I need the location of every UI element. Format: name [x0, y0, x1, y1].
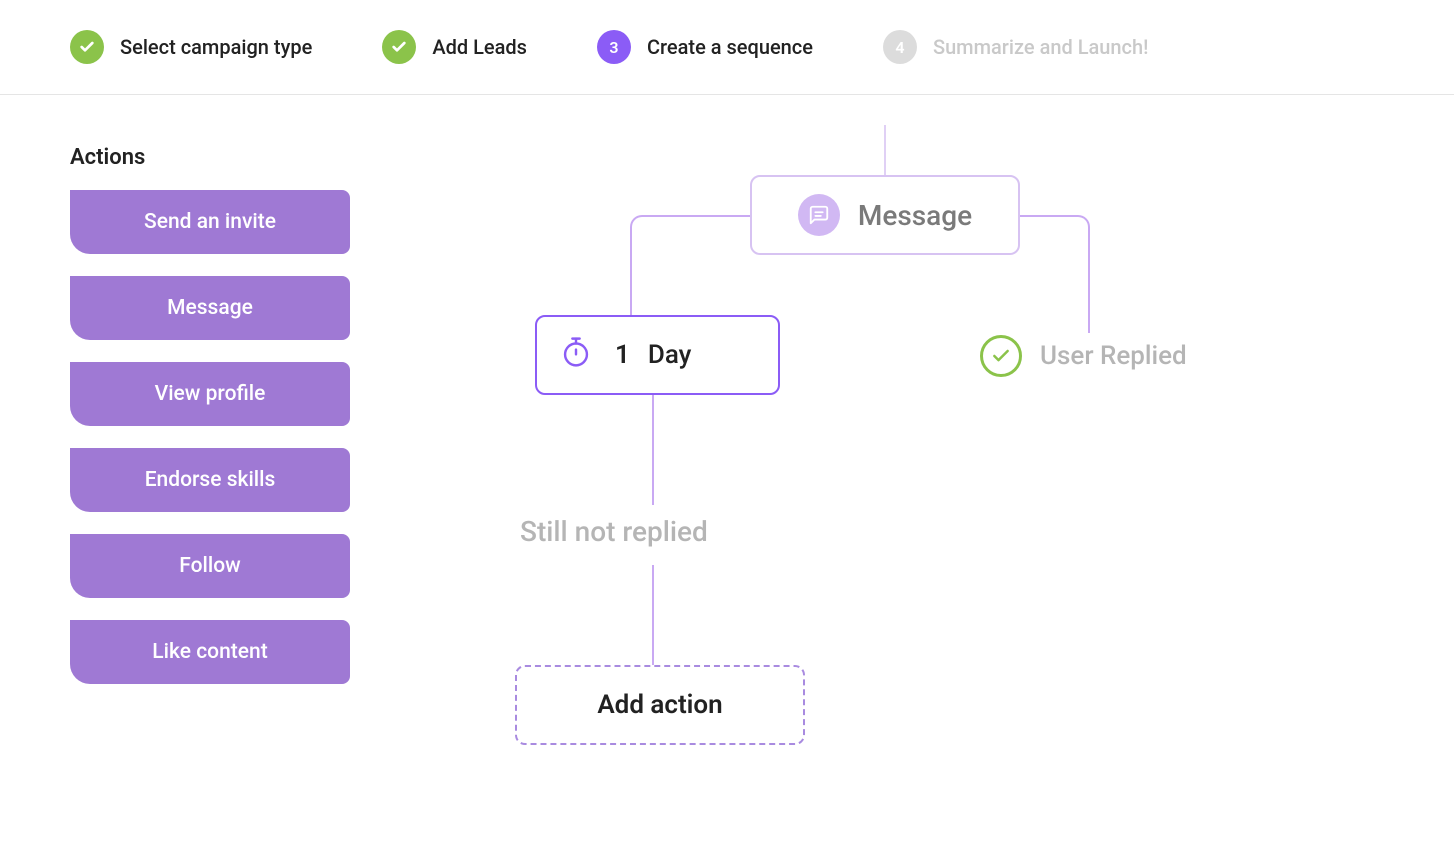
action-endorse-skills[interactable]: Endorse skills [70, 448, 350, 512]
connector-line [630, 263, 632, 315]
wizard-step-3[interactable]: 3 Create a sequence [597, 30, 813, 64]
action-label: Message [167, 296, 253, 320]
node-delay[interactable]: 1 Day [535, 315, 780, 395]
node-user-replied: User Replied [980, 335, 1187, 377]
step-number-badge: 4 [883, 30, 917, 64]
action-label: Send an invite [144, 210, 276, 234]
message-icon [798, 194, 840, 236]
replied-label: User Replied [1040, 341, 1187, 371]
action-send-invite[interactable]: Send an invite [70, 190, 350, 254]
actions-sidebar: Actions Send an invite Message View prof… [70, 145, 350, 785]
wizard-step-label: Create a sequence [647, 35, 813, 59]
delay-unit: Day [648, 340, 692, 370]
step-number-badge: 3 [597, 30, 631, 64]
connector-line [630, 215, 760, 265]
action-label: Follow [179, 554, 240, 578]
sequence-canvas[interactable]: Message 1 Day User Replied Still not rep… [440, 145, 1384, 785]
action-label: Endorse skills [145, 468, 276, 492]
wizard-step-4: 4 Summarize and Launch! [883, 30, 1148, 64]
wizard-step-2[interactable]: Add Leads [382, 30, 527, 64]
action-message[interactable]: Message [70, 276, 350, 340]
wizard-stepper: Select campaign type Add Leads 3 Create … [0, 0, 1454, 95]
wizard-step-label: Add Leads [432, 35, 527, 59]
connector-line [884, 125, 886, 175]
check-icon [70, 30, 104, 64]
action-label: Like content [152, 640, 267, 664]
wizard-step-1[interactable]: Select campaign type [70, 30, 312, 64]
connector-line [652, 395, 654, 505]
action-like-content[interactable]: Like content [70, 620, 350, 684]
node-label: Message [858, 199, 972, 232]
check-circle-icon [980, 335, 1022, 377]
connector-line [1088, 263, 1090, 333]
add-action-dropzone[interactable]: Add action [515, 665, 805, 745]
action-view-profile[interactable]: View profile [70, 362, 350, 426]
action-label: View profile [155, 382, 266, 406]
node-message[interactable]: Message [750, 175, 1020, 255]
still-not-replied-label: Still not replied [520, 515, 708, 548]
check-icon [382, 30, 416, 64]
add-action-label: Add action [597, 690, 722, 720]
action-follow[interactable]: Follow [70, 534, 350, 598]
wizard-step-label: Summarize and Launch! [933, 35, 1148, 59]
delay-value: 1 [615, 340, 630, 370]
connector-line [1010, 215, 1090, 265]
wizard-step-label: Select campaign type [120, 35, 312, 59]
stopwatch-icon [561, 335, 591, 376]
actions-heading: Actions [70, 145, 350, 170]
connector-line [652, 565, 654, 665]
